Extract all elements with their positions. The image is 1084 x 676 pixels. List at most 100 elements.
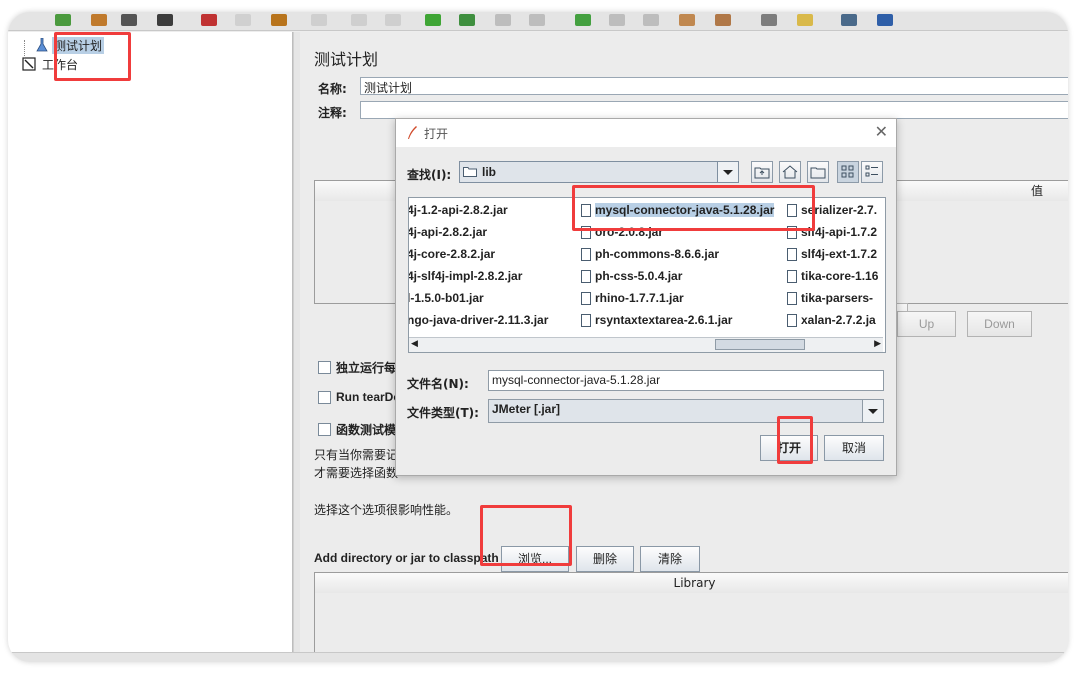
name-field[interactable]: 测试计划 <box>360 77 1068 95</box>
cut-icon[interactable] <box>198 12 220 28</box>
file-item[interactable]: 4j-api-2.8.2.jar <box>409 222 487 242</box>
classpath-library-table[interactable]: Library <box>314 572 1068 654</box>
shutdown-icon[interactable] <box>526 12 548 28</box>
file-name: rhino-1.7.7.1.jar <box>595 291 684 305</box>
file-item[interactable]: serializer-2.7. <box>787 200 877 220</box>
remote-shutdown-icon[interactable] <box>640 12 662 28</box>
file-icon <box>581 313 591 327</box>
file-icon <box>787 269 797 283</box>
clear-button[interactable]: 清除 <box>640 546 700 572</box>
paste-icon[interactable] <box>268 12 290 28</box>
file-name: 4j-slf4j-impl-2.8.2.jar <box>408 269 523 283</box>
collapse-icon[interactable] <box>348 12 370 28</box>
search-icon[interactable] <box>758 12 780 28</box>
open-button[interactable]: 打开 <box>760 435 818 461</box>
horizontal-scrollbar[interactable]: ◀ ▶ <box>409 337 883 352</box>
details-view-button[interactable] <box>861 161 883 183</box>
delete-button[interactable]: 删除 <box>576 546 634 572</box>
file-item[interactable]: rsyntaxtextarea-2.6.1.jar <box>581 310 732 330</box>
remote-start-icon[interactable] <box>572 12 594 28</box>
file-item[interactable]: oro-2.0.8.jar <box>581 222 663 242</box>
file-item[interactable]: 4j-core-2.8.2.jar <box>408 244 496 264</box>
chevron-down-icon[interactable] <box>717 162 738 182</box>
library-column-header[interactable]: Library <box>315 573 1068 593</box>
toolbar <box>8 12 1068 31</box>
scroll-right-icon[interactable]: ▶ <box>874 339 881 349</box>
clear-all-icon[interactable] <box>712 12 734 28</box>
file-item[interactable]: l-1.5.0-b01.jar <box>409 288 484 308</box>
templates-icon[interactable] <box>88 12 110 28</box>
new-icon[interactable] <box>52 12 74 28</box>
copy-icon[interactable] <box>232 12 254 28</box>
file-item[interactable]: slf4j-api-1.7.2 <box>787 222 877 242</box>
filename-input[interactable]: mysql-connector-java-5.1.28.jar <box>488 370 884 391</box>
start-no-pause-icon[interactable] <box>456 12 478 28</box>
run-teardown-checkbox[interactable]: Run tearDo <box>318 390 401 404</box>
look-in-label: 查找(I): <box>407 168 452 182</box>
file-icon <box>581 269 591 283</box>
checkbox-label: 函数测试模 <box>336 423 397 437</box>
file-item[interactable]: tika-parsers- <box>787 288 873 308</box>
file-item[interactable]: 4j-slf4j-impl-2.8.2.jar <box>408 266 523 286</box>
file-icon <box>581 247 591 261</box>
file-name: 4j-core-2.8.2.jar <box>408 247 496 261</box>
list-view-button[interactable] <box>837 161 859 183</box>
expand-icon[interactable] <box>308 12 330 28</box>
close-icon[interactable]: ✕ <box>875 122 888 141</box>
file-icon <box>787 313 797 327</box>
clear-icon[interactable] <box>676 12 698 28</box>
file-name: oro-2.0.8.jar <box>595 225 664 239</box>
run-groups-consecutively-checkbox[interactable]: 独立运行每 <box>318 359 396 376</box>
filetype-label: 文件类型(T): <box>407 406 479 420</box>
home-button[interactable] <box>779 161 801 183</box>
chevron-down-icon[interactable] <box>862 400 883 422</box>
file-item[interactable]: ph-commons-8.6.6.jar <box>581 244 719 264</box>
tree-item-workbench[interactable]: 工作台 <box>22 55 80 73</box>
look-in-select[interactable]: lib <box>459 161 739 183</box>
reset-search-icon[interactable] <box>794 12 816 28</box>
file-list[interactable]: ◀ ▶ 4j-1.2-api-2.8.2.jar 4j-api-2.8.2.jar… <box>408 197 886 353</box>
remote-stop-icon[interactable] <box>606 12 628 28</box>
file-item[interactable]: ph-css-5.0.4.jar <box>581 266 682 286</box>
comment-label: 注释: <box>318 106 347 120</box>
file-item[interactable]: ngo-java-driver-2.11.3.jar <box>408 310 549 330</box>
checkbox-box[interactable] <box>318 390 331 404</box>
file-name: mysql-connector-java-5.1.28.jar <box>595 203 775 217</box>
file-icon <box>581 225 591 239</box>
save-icon[interactable] <box>154 12 176 28</box>
start-icon[interactable] <box>422 12 444 28</box>
down-button[interactable]: Down <box>967 311 1032 337</box>
checkbox-box[interactable] <box>318 423 331 436</box>
up-folder-button[interactable] <box>751 161 773 183</box>
file-item[interactable]: tika-core-1.16 <box>787 266 878 286</box>
file-name: ngo-java-driver-2.11.3.jar <box>408 313 549 327</box>
scrollbar-thumb[interactable] <box>715 339 805 350</box>
stop-icon[interactable] <box>492 12 514 28</box>
file-name: serializer-2.7. <box>801 203 878 217</box>
help-icon[interactable] <box>874 12 896 28</box>
open-icon[interactable] <box>118 12 140 28</box>
file-item[interactable]: xalan-2.7.2.ja <box>787 310 876 330</box>
scroll-left-icon[interactable]: ◀ <box>411 339 418 349</box>
function-helper-icon[interactable] <box>838 12 860 28</box>
file-item[interactable]: slf4j-ext-1.7.2 <box>787 244 877 264</box>
checkbox-box[interactable] <box>318 361 331 374</box>
cancel-button[interactable]: 取消 <box>824 435 884 461</box>
file-name: xalan-2.7.2.ja <box>801 313 876 327</box>
file-item[interactable]: mysql-connector-java-5.1.28.jar <box>581 200 775 220</box>
file-item[interactable]: 4j-1.2-api-2.8.2.jar <box>409 200 508 220</box>
performance-note: 选择这个选项很影响性能。 <box>314 503 459 517</box>
file-name: tika-core-1.16 <box>801 269 879 283</box>
file-item[interactable]: rhino-1.7.7.1.jar <box>581 288 684 308</box>
comment-field[interactable] <box>360 101 1068 119</box>
tree-item-test-plan[interactable]: 测试计划 <box>36 36 105 54</box>
toggle-icon[interactable] <box>382 12 404 28</box>
browse-button[interactable]: 浏览... <box>501 546 569 572</box>
functional-test-mode-checkbox[interactable]: 函数测试模 <box>318 421 396 438</box>
tree-item-label: 工作台 <box>42 57 79 72</box>
dialog-title-bar[interactable]: 打开 ✕ <box>396 119 896 147</box>
classpath-label: Add directory or jar to classpath <box>314 551 499 565</box>
filetype-select[interactable]: JMeter [.jar] <box>488 399 884 423</box>
up-button[interactable]: Up <box>897 311 956 337</box>
new-folder-button[interactable] <box>807 161 829 183</box>
